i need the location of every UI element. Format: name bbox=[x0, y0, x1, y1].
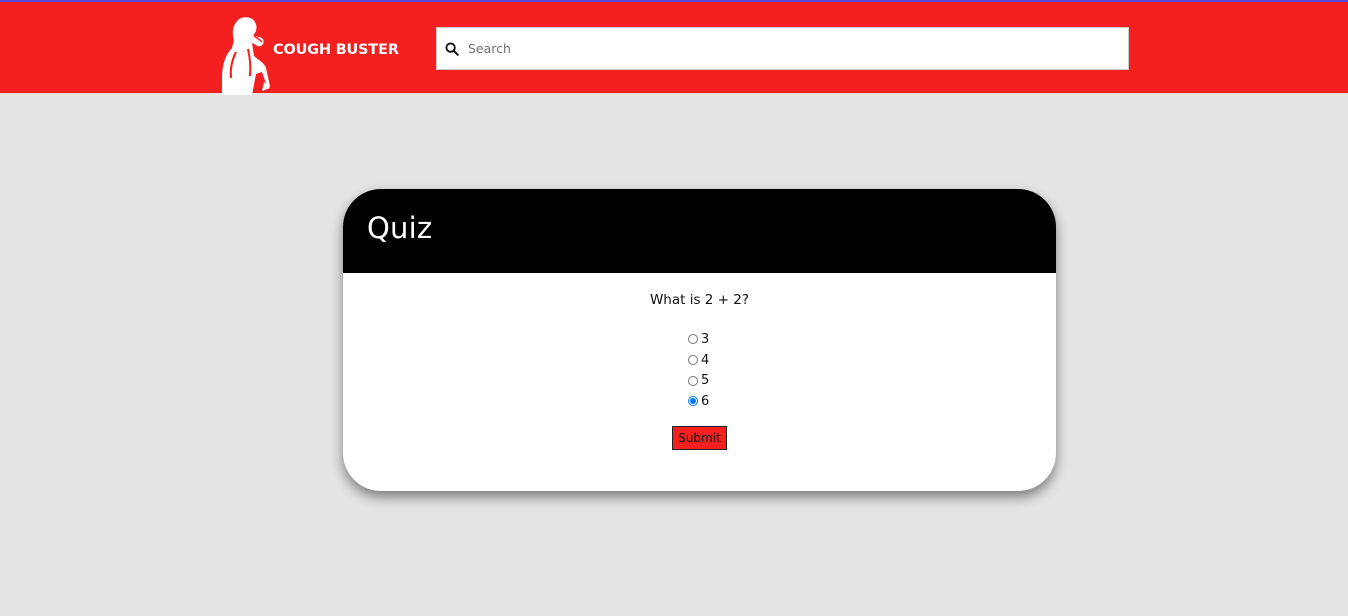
quiz-title: Quiz bbox=[367, 211, 433, 245]
answer-label-4: 4 bbox=[701, 352, 710, 368]
answer-option-4[interactable]: 4 bbox=[688, 350, 709, 371]
submit-button[interactable]: Submit bbox=[672, 426, 727, 450]
quiz-question: What is 2 + 2? bbox=[649, 292, 750, 308]
answer-option-3[interactable]: 3 bbox=[688, 329, 709, 350]
quiz-card: Quiz What is 2 + 2? 3 4 5 6 Submit bbox=[343, 189, 1056, 491]
answer-label-6: 6 bbox=[701, 393, 710, 409]
answer-options: 3 4 5 6 bbox=[688, 329, 709, 412]
answer-label-3: 3 bbox=[701, 331, 710, 347]
brand-logo[interactable]: COUGH BUSTER bbox=[218, 16, 399, 95]
coughing-man-icon bbox=[222, 17, 270, 95]
search-bar bbox=[436, 27, 1129, 70]
site-header: COUGH BUSTER bbox=[0, 2, 1348, 95]
answer-option-5[interactable]: 5 bbox=[688, 370, 709, 391]
search-input[interactable] bbox=[468, 28, 1118, 69]
answer-radio-6[interactable] bbox=[688, 396, 698, 407]
answer-radio-5[interactable] bbox=[688, 375, 698, 386]
answer-label-5: 5 bbox=[701, 373, 710, 389]
search-icon bbox=[445, 42, 459, 56]
brand-name: COUGH BUSTER bbox=[273, 42, 399, 58]
answer-radio-3[interactable] bbox=[688, 334, 698, 345]
answer-radio-4[interactable] bbox=[688, 355, 698, 366]
quiz-title-bar: Quiz bbox=[343, 189, 1056, 273]
answer-option-6[interactable]: 6 bbox=[688, 391, 709, 412]
